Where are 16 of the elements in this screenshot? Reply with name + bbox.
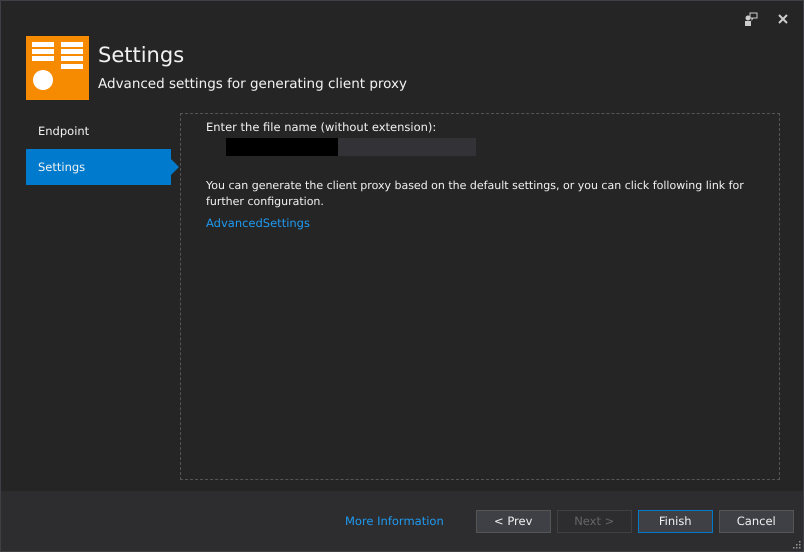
page-title: Settings: [98, 42, 186, 69]
feedback-icon[interactable]: [744, 12, 758, 26]
dialog-button[interactable]: Cancel: [718, 510, 794, 532]
close-icon[interactable]: [778, 14, 788, 24]
advanced-settings-link[interactable]: AdvancedSettings: [206, 216, 310, 230]
dialog-button[interactable]: Finish: [638, 510, 713, 532]
dialog-button[interactable]: < Prev: [476, 510, 551, 532]
page-subtitle: Advanced settings for generating client proxy: [98, 76, 407, 92]
field-label: Enter the file name (without extension):: [206, 120, 438, 134]
resize-grip-icon[interactable]: [793, 541, 801, 549]
sidebar-item[interactable]: Endpoint: [26, 113, 179, 149]
more-information-link[interactable]: More Information: [345, 514, 444, 528]
description-text: You can generate the client proxy based on the default settings, or you can click following link for further configuration.: [206, 178, 745, 210]
sidebar-item[interactable]: Settings: [26, 149, 179, 185]
file-name-field[interactable]: [226, 138, 476, 156]
settings-list-icon: [26, 36, 89, 100]
